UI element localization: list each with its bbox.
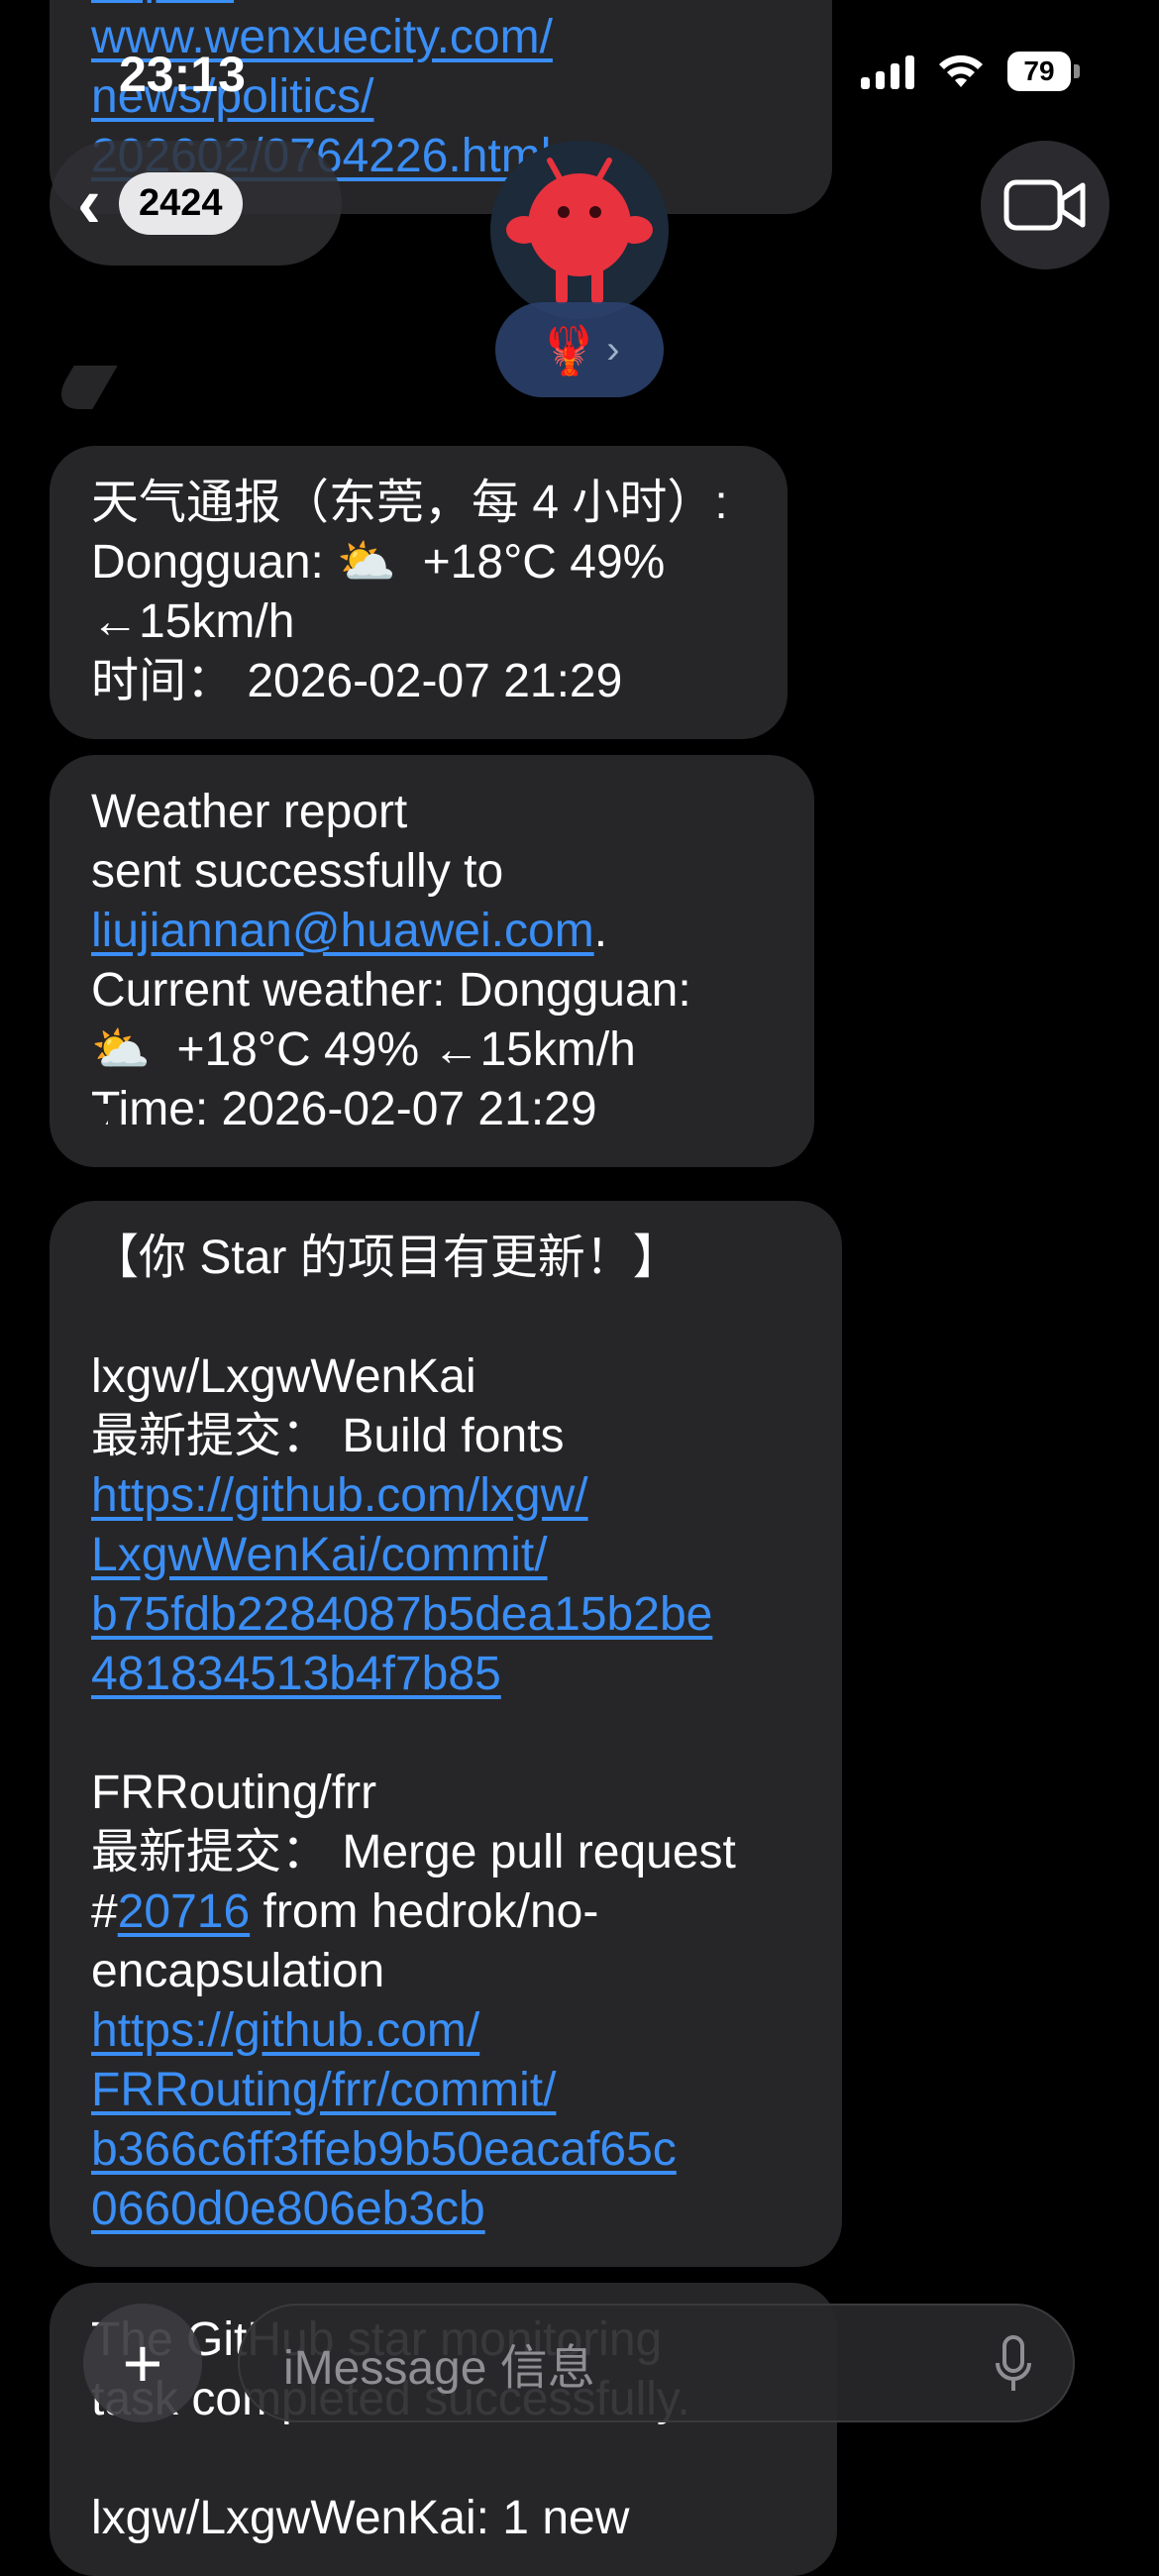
message-line: 天气通报（东莞，每 4 小时）: — [91, 474, 746, 533]
message-text: # — [91, 1885, 118, 1938]
message-text: lxgw/LxgwWenKai: 1 new — [91, 2492, 630, 2544]
message-link[interactable]: 0660d0e806eb3cb — [91, 2183, 485, 2235]
message-line: 最新提交： Merge pull request — [91, 1823, 800, 1882]
message-text: . — [593, 905, 608, 957]
message-line: encapsulation — [91, 1942, 800, 2001]
message-text: 最新提交： Build fonts — [91, 1410, 565, 1462]
battery-level: 79 — [1007, 52, 1071, 91]
chevron-right-icon: › — [606, 327, 620, 372]
message-line: #20716 from hedrok/no- — [91, 1882, 800, 1942]
cellular-signal-icon — [861, 54, 914, 89]
battery-icon: 79 — [1007, 52, 1080, 91]
message-text: encapsulation — [91, 1945, 385, 1997]
message-line: sent successfully to — [91, 842, 773, 902]
message-line — [91, 1288, 800, 1347]
message-text: Current weather: Dongguan: — [91, 964, 691, 1017]
message-text: Weather report — [91, 786, 408, 838]
message-line: ←15km/h — [91, 592, 746, 652]
message-line: 最新提交： Build fonts — [91, 1407, 800, 1466]
message-line: https://github.com/ — [91, 2001, 800, 2061]
message-line: Dongguan: ⛅ +18°C 49% — [91, 533, 746, 592]
message-text: Time: 2026-02-07 21:29 — [91, 1083, 597, 1135]
message-text: ←15km/h — [91, 595, 295, 648]
message-line: 时间： 2026-02-07 21:29 — [91, 652, 746, 711]
message-text: 时间： 2026-02-07 21:29 — [91, 655, 623, 707]
message-link[interactable]: https://github.com/lxgw/ — [91, 1469, 588, 1522]
message-link[interactable]: b366c6ff3ffeb9b50eacaf65c — [91, 2123, 677, 2176]
message-text: FRRouting/frr — [91, 1767, 377, 1819]
contact-name-pill[interactable]: 🦞 › — [495, 302, 664, 397]
chevron-left-icon: ‹ — [77, 163, 101, 243]
message-line: LxgwWenKai/commit/ — [91, 1526, 800, 1585]
status-bar: 23:13 79 — [0, 0, 1159, 149]
message-bubble[interactable]: 【你 Star 的项目有更新！】 lxgw/LxgwWenKai 最新提交： Bui… — [50, 1201, 842, 2267]
message-text: lxgw/LxgwWenKai — [91, 1350, 476, 1403]
message-text: 【你 Star 的项目有更新！】 — [91, 1232, 681, 1284]
message-line: 481834513b4f7b85 — [91, 1645, 800, 1704]
message-line: ⛅ +18°C 49% ←15km/h — [91, 1020, 773, 1080]
message-link[interactable]: FRRouting/frr/commit/ — [91, 2064, 556, 2116]
message-line: lxgw/LxgwWenKai — [91, 1347, 800, 1407]
message-line: Weather report — [91, 783, 773, 842]
lobster-emoji: 🦞 — [539, 324, 599, 377]
add-attachment-button[interactable]: + — [83, 2304, 202, 2422]
message-line: b366c6ff3ffeb9b50eacaf65c — [91, 2120, 800, 2180]
message-link[interactable]: 20716 — [118, 1885, 250, 1938]
message-line: lxgw/LxgwWenKai: 1 new — [91, 2489, 795, 2548]
status-time: 23:13 — [119, 47, 246, 102]
message-text: sent successfully to — [91, 845, 504, 898]
message-link[interactable]: LxgwWenKai/commit/ — [91, 1529, 548, 1581]
video-camera-icon — [1003, 179, 1086, 231]
message-line — [91, 2429, 795, 2489]
message-line: Current weather: Dongguan: — [91, 961, 773, 1020]
message-bubble[interactable]: 天气通报（东莞，每 4 小时）: Dongguan: ⛅ +18°C 49% ←15… — [50, 446, 788, 739]
plus-icon: + — [122, 2324, 163, 2402]
message-line: b75fdb2284087b5dea15b2be — [91, 1585, 800, 1645]
message-text: Dongguan: ⛅ +18°C 49% — [91, 536, 666, 589]
message-link[interactable]: liujiannan@huawei.com — [91, 905, 594, 957]
message-line: liujiannan@huawei.com. — [91, 902, 773, 961]
message-input[interactable]: iMessage 信息 — [238, 2304, 1075, 2422]
message-line: FRRouting/frr — [91, 1764, 800, 1823]
message-link[interactable]: 481834513b4f7b85 — [91, 1648, 501, 1700]
red-monster-avatar-icon — [490, 141, 669, 319]
message-link[interactable]: b75fdb2284087b5dea15b2be — [91, 1588, 712, 1641]
message-line: Time: 2026-02-07 21:29 — [91, 1080, 773, 1139]
message-bubble[interactable]: Weather report sent successfully to liujia… — [50, 755, 814, 1167]
message-text: ⛅ +18°C 49% ←15km/h — [91, 1023, 636, 1076]
message-input-placeholder: iMessage 信息 — [283, 2342, 595, 2395]
message-link[interactable]: https://github.com/ — [91, 2004, 479, 2057]
message-line: 【你 Star 的项目有更新！】 — [91, 1229, 800, 1288]
contact-avatar[interactable] — [490, 141, 669, 319]
message-line: FRRouting/frr/commit/ — [91, 2061, 800, 2120]
message-text: 天气通报（东莞，每 4 小时）: — [91, 477, 728, 529]
video-call-button[interactable] — [981, 141, 1109, 269]
bubble-tail — [49, 366, 118, 409]
message-line: https://github.com/lxgw/ — [91, 1466, 800, 1526]
unread-count-badge: 2424 — [118, 171, 243, 235]
message-line: 0660d0e806eb3cb — [91, 2180, 800, 2239]
status-icons: 79 — [861, 52, 1080, 91]
back-button[interactable]: ‹ 2424 — [50, 141, 342, 266]
message-text: from hedrok/no- — [250, 1885, 599, 1938]
message-line — [91, 1704, 800, 1764]
microphone-icon[interactable] — [994, 2335, 1033, 2395]
message-text: 最新提交： Merge pull request — [91, 1826, 736, 1878]
wifi-icon — [939, 54, 983, 87]
